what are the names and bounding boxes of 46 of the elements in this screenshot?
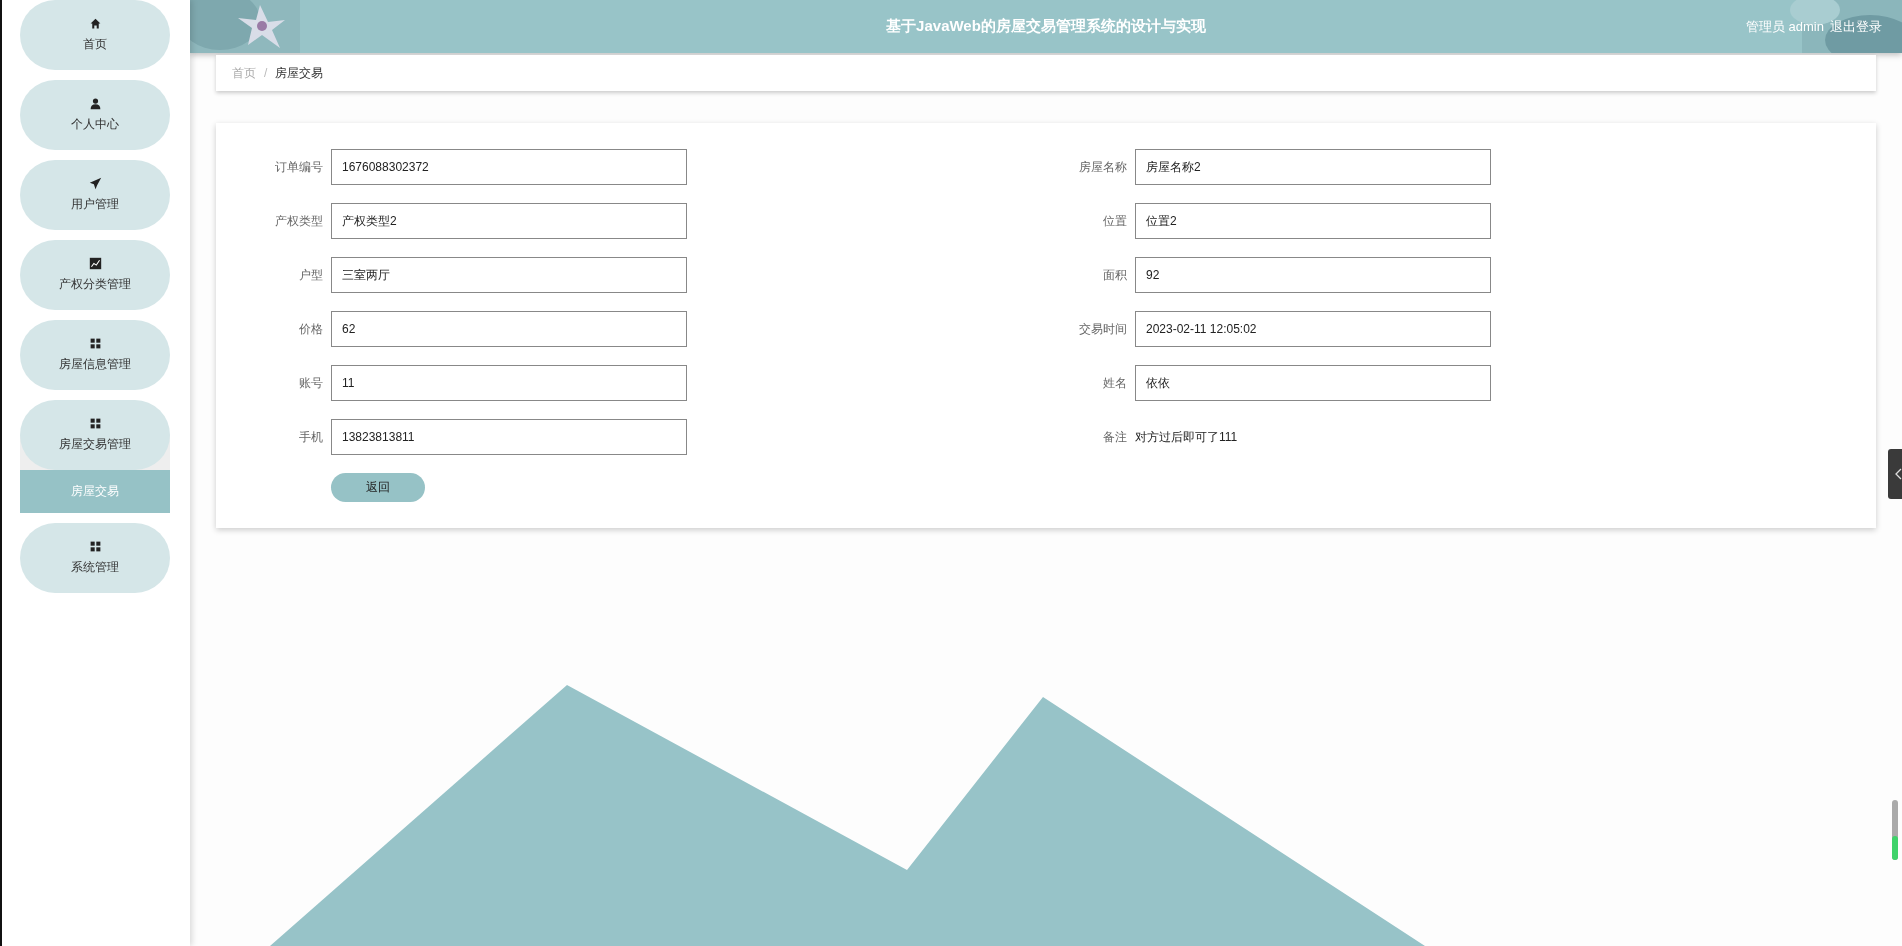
nav-item[interactable]: 产权分类管理	[20, 240, 170, 310]
input-field[interactable]: 11	[331, 365, 687, 401]
field-value: 对方过后即可了111	[1135, 428, 1239, 446]
field-label: 位置	[1103, 212, 1128, 230]
field-label: 价格	[299, 320, 324, 338]
home-icon	[88, 17, 102, 30]
input-field[interactable]: 依依	[1135, 365, 1491, 401]
user-label: 管理员 admin	[1745, 17, 1824, 36]
field-label: 备注	[1103, 428, 1128, 446]
back-button[interactable]: 返回	[331, 473, 425, 502]
input-field[interactable]: 房屋名称2	[1135, 149, 1491, 185]
grid-icon	[88, 337, 102, 350]
input-field[interactable]: 1676088302372	[331, 149, 687, 185]
field-label: 订单编号	[275, 158, 324, 176]
input-field[interactable]: 62	[331, 311, 687, 347]
app-title: 基于JavaWeb的房屋交易管理系统的设计与实现	[886, 17, 1206, 36]
field-label: 手机	[299, 428, 324, 446]
field-label: 姓名	[1103, 374, 1128, 392]
breadcrumb-separator: /	[264, 66, 268, 80]
collapse-handle[interactable]	[1888, 449, 1902, 499]
input-field[interactable]: 三室两厅	[331, 257, 687, 293]
field-label: 面积	[1103, 266, 1128, 284]
field-label: 交易时间	[1079, 320, 1128, 338]
nav-item[interactable]: 个人中心	[20, 80, 170, 150]
grid-icon	[88, 417, 102, 430]
field-label: 账号	[299, 374, 324, 392]
input-field[interactable]: 产权类型2	[331, 203, 687, 239]
input-field[interactable]: 位置2	[1135, 203, 1491, 239]
breadcrumb-item: 房屋交易	[275, 64, 324, 82]
field-label: 产权类型	[275, 212, 324, 230]
nav-item[interactable]: 首页	[20, 0, 170, 70]
grid-icon	[88, 540, 102, 553]
chevron-left-icon	[1894, 468, 1902, 480]
nav-item[interactable]: 房屋信息管理	[20, 320, 170, 390]
field-label: 房屋名称	[1079, 158, 1128, 176]
field-label: 户型	[299, 266, 324, 284]
nav-item[interactable]: 房屋交易管理	[20, 400, 170, 470]
nav-item[interactable]: 系统管理	[20, 523, 170, 593]
level-indicator-drawing	[1892, 800, 1898, 860]
input-field[interactable]: 2023-02-11 12:05:02	[1135, 311, 1491, 347]
input-field[interactable]: 92	[1135, 257, 1491, 293]
nav-item[interactable]: 用户管理	[20, 160, 170, 230]
input-field[interactable]: 13823813811	[331, 419, 687, 455]
user-icon	[88, 97, 102, 110]
chart-icon	[88, 257, 102, 270]
paper-plane-icon	[88, 177, 102, 190]
